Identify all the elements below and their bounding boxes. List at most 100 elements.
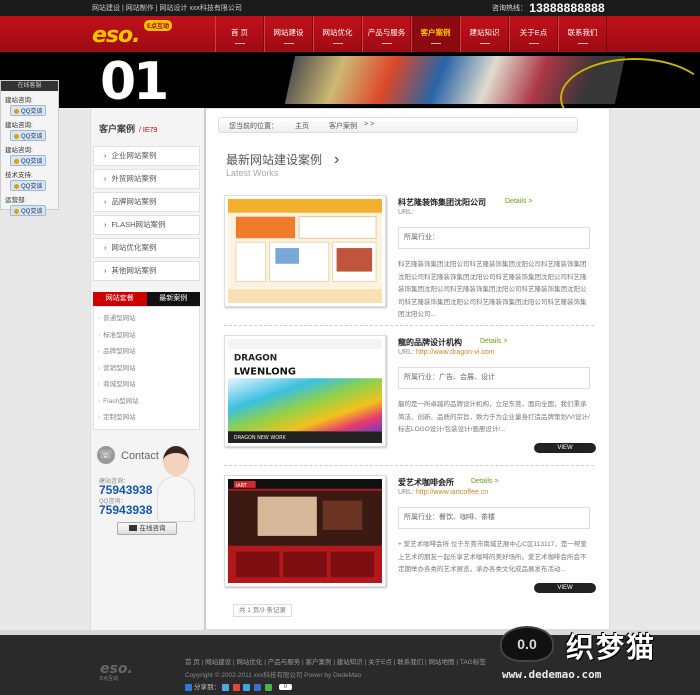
pagination: 共 1 页/3 条记录 [233, 604, 292, 617]
nav-item-cases[interactable]: 客户案例 [411, 16, 460, 52]
case-name[interactable]: 龍的品牌设计机构 [398, 337, 462, 348]
case-name[interactable]: 爱艺术咖啡会所 [398, 477, 454, 488]
view-button[interactable]: VIEW [534, 583, 596, 593]
service-row: 技术支持: QQ交谈 [1, 169, 58, 191]
breadcrumb-home[interactable]: 主页 [295, 121, 309, 131]
footer-logo-caption: E点互动 [100, 676, 119, 682]
case-details-link[interactable]: Details > [480, 338, 507, 345]
nav-item-website-build[interactable]: 网站建设 [264, 16, 313, 52]
url-link[interactable]: http://www.dragon-vi.com [416, 349, 495, 356]
agent-head [163, 446, 189, 476]
case-thumbnail[interactable]: DRAGON LWENLONG DRAGON NEW WORK [224, 335, 386, 447]
nav-label: 首 页 [230, 28, 249, 37]
footer-logo[interactable]: eso. E点互动 [100, 661, 133, 682]
list-item[interactable]: › 品牌型网站 [94, 344, 199, 361]
watermark: 0.0 织梦猫 www.dedemao.com [500, 624, 700, 688]
watermark-site: www.dedemao.com [502, 668, 602, 681]
view-button[interactable]: VIEW [534, 443, 596, 453]
nav-item-products[interactable]: 产品与服务 [362, 16, 411, 52]
case-screenshot [228, 199, 382, 303]
qq-icon [14, 183, 19, 189]
sidebar-item-flash[interactable]: › FLASH网站案例 [93, 215, 200, 235]
list-item[interactable]: › 商城型网站 [94, 377, 199, 394]
nav-label: 网站建设 [273, 28, 304, 37]
share-plus-icon[interactable] [185, 683, 192, 691]
chevron-right-icon: › [98, 364, 101, 372]
top-bar: 网站建设 | 网站制作 | 网站设计 xxx科技有限公司 咨询热线： 13888… [0, 0, 700, 16]
watermark-brand: 织梦猫 [566, 631, 657, 664]
nav-label: 建站知识 [469, 28, 500, 37]
list-item[interactable]: › Flash型网站 [94, 394, 199, 411]
case-item: 科艺隆装饰集团沈阳公司 Details > URL: 所属行业： 科艺隆装饰集团… [224, 195, 594, 340]
kaixin-icon[interactable] [265, 683, 273, 691]
breadcrumb-current[interactable]: 客户案例 [329, 121, 357, 131]
nav-item-home[interactable]: 首 页 [215, 16, 264, 52]
case-url: URL: [398, 209, 416, 216]
sidebar-title-text: 客户案例 [99, 124, 136, 134]
qzone-icon[interactable] [221, 683, 229, 691]
footer-links[interactable]: 首 页 | 网站建设 | 网站优化 | 产品与服务 | 客户案例 | 建站知识 … [185, 656, 486, 666]
phone-icon: ☏ [97, 446, 115, 464]
case-details-link[interactable]: Details > [505, 198, 532, 205]
nav-indicator [381, 43, 392, 44]
nav-indicator [332, 43, 343, 44]
case-description: 龍的是一所卓越的品牌设计机构，立足东莞，面向全国，我们秉承简洁、创新、品质的宗旨… [398, 401, 590, 433]
tencent-weibo-icon[interactable] [243, 683, 251, 691]
service-row: 建站咨询: QQ交谈 [1, 94, 58, 116]
nav-indicator [234, 43, 245, 44]
case-item: iART 爱艺术咖啡会所 Details > URL: http://www.ia… [224, 475, 596, 620]
list-item-label: 品牌型网站 [103, 348, 136, 355]
svg-text:LWENLONG: LWENLONG [234, 366, 296, 377]
case-name[interactable]: 科艺隆装饰集团沈阳公司 [398, 197, 486, 208]
chevron-right-icon: › [98, 381, 101, 388]
sidebar-item-trade[interactable]: › 外贸网站案例 [93, 169, 200, 189]
weibo-icon[interactable] [232, 683, 240, 691]
floating-service-panel: 在线客服 建站咨询: QQ交谈 建站咨询: QQ交谈 建站咨询: QQ交谈 技术… [0, 80, 59, 216]
qq-label: QQ交谈 [21, 184, 43, 190]
qq-chat-button[interactable]: QQ交谈 [10, 205, 47, 216]
renren-icon[interactable] [254, 683, 262, 691]
nav-item-knowledge[interactable]: 建站知识 [460, 16, 509, 52]
list-item[interactable]: › 标准型网站 [94, 328, 199, 345]
list-item[interactable]: › 营销型网站 [94, 361, 199, 378]
qq-chat-button[interactable]: QQ交谈 [10, 180, 47, 191]
nav-label: 网站优化 [322, 28, 353, 37]
sidebar-item-enterprise[interactable]: › 企业网站案例 [93, 146, 200, 166]
online-consult-label: 在线咨询 [139, 525, 166, 532]
sidebar-item-other[interactable]: › 其他网站案例 [93, 261, 200, 281]
qq-label: QQ交谈 [21, 134, 43, 140]
chevron-right-icon: › [104, 199, 107, 206]
case-thumbnail[interactable] [224, 195, 386, 307]
list-item[interactable]: › 定制型网站 [94, 410, 199, 427]
sidebar-item-brand[interactable]: › 品牌网站案例 [93, 192, 200, 212]
url-label: URL: [398, 349, 414, 356]
contact-number-build: 75943938 [99, 483, 153, 497]
tab-packages[interactable]: 网站套餐 [93, 292, 147, 306]
url-label: URL: [398, 209, 414, 216]
sidebar-item-seo[interactable]: › 网站优化案例 [93, 238, 200, 258]
tab-latest-cases[interactable]: 最新案例 [146, 292, 200, 306]
qq-chat-button[interactable]: QQ交谈 [10, 155, 47, 166]
nav-indicator [479, 43, 490, 44]
case-thumbnail[interactable]: iART [224, 475, 386, 587]
nav-item-contact[interactable]: 联系我们 [558, 16, 607, 52]
site-logo[interactable]: eso. E点互动 [92, 19, 182, 49]
case-details-link[interactable]: Details > [471, 478, 498, 485]
agent-body [157, 476, 195, 522]
contact-box: ☏ Contact 建站咨询： 75943938 QQ咨询： 75943938 … [93, 440, 203, 540]
sidebar-item-label: 外贸网站案例 [111, 174, 157, 183]
list-item[interactable]: › 普通型网站 [94, 311, 199, 328]
top-links[interactable]: 网站建设 | 网站制作 | 网站设计 xxx科技有限公司 [92, 3, 242, 13]
breadcrumb-label: 您当前的位置： [229, 123, 278, 130]
nav-item-seo[interactable]: 网站优化 [313, 16, 362, 52]
sidebar-subtitle: / IE79 [139, 127, 158, 134]
page-title: 最新网站建设案例 [226, 153, 323, 167]
online-consult-button[interactable]: 在线咨询 [117, 522, 177, 535]
nav-indicator [430, 43, 441, 44]
qq-chat-button[interactable]: QQ交谈 [10, 105, 47, 116]
nav-item-about[interactable]: 关于E点 [509, 16, 558, 52]
qq-chat-button[interactable]: QQ交谈 [10, 130, 47, 141]
service-label: 建站咨询: [5, 97, 33, 104]
url-link[interactable]: http://www.iartcoffee.cn [416, 489, 488, 496]
support-agent-photo [155, 440, 197, 524]
